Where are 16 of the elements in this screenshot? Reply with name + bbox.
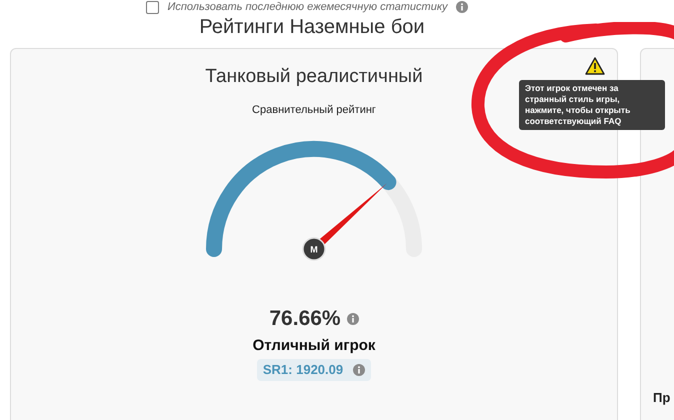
- card-title: Пр: [653, 388, 672, 407]
- rank-label: Отличный игрок: [252, 336, 376, 356]
- card-subtitle: Сравнительный рейтинг: [252, 102, 376, 118]
- stats-option-label: Использовать последнюю ежемесячную статистику: [167, 0, 448, 15]
- info-icon[interactable]: [456, 1, 468, 13]
- card-title: Танковый реалистичный: [205, 65, 423, 89]
- warning-icon[interactable]: [585, 57, 605, 75]
- tooltip: Этот игрок отмечен за странный стиль игры, нажмите, чтобы открыть соответствующий FAQ: [519, 80, 665, 130]
- gauge-hub-label: M: [310, 244, 318, 254]
- page-title: Рейтинги Наземные бои: [199, 15, 425, 40]
- info-icon[interactable]: [353, 364, 366, 376]
- info-icon[interactable]: [346, 312, 359, 325]
- sr-value: SR1: 1920.09: [262, 361, 344, 379]
- rating-percent: 76.66%: [269, 306, 341, 332]
- gauge-hub: [302, 237, 326, 261]
- stats-checkbox[interactable]: [146, 0, 160, 14]
